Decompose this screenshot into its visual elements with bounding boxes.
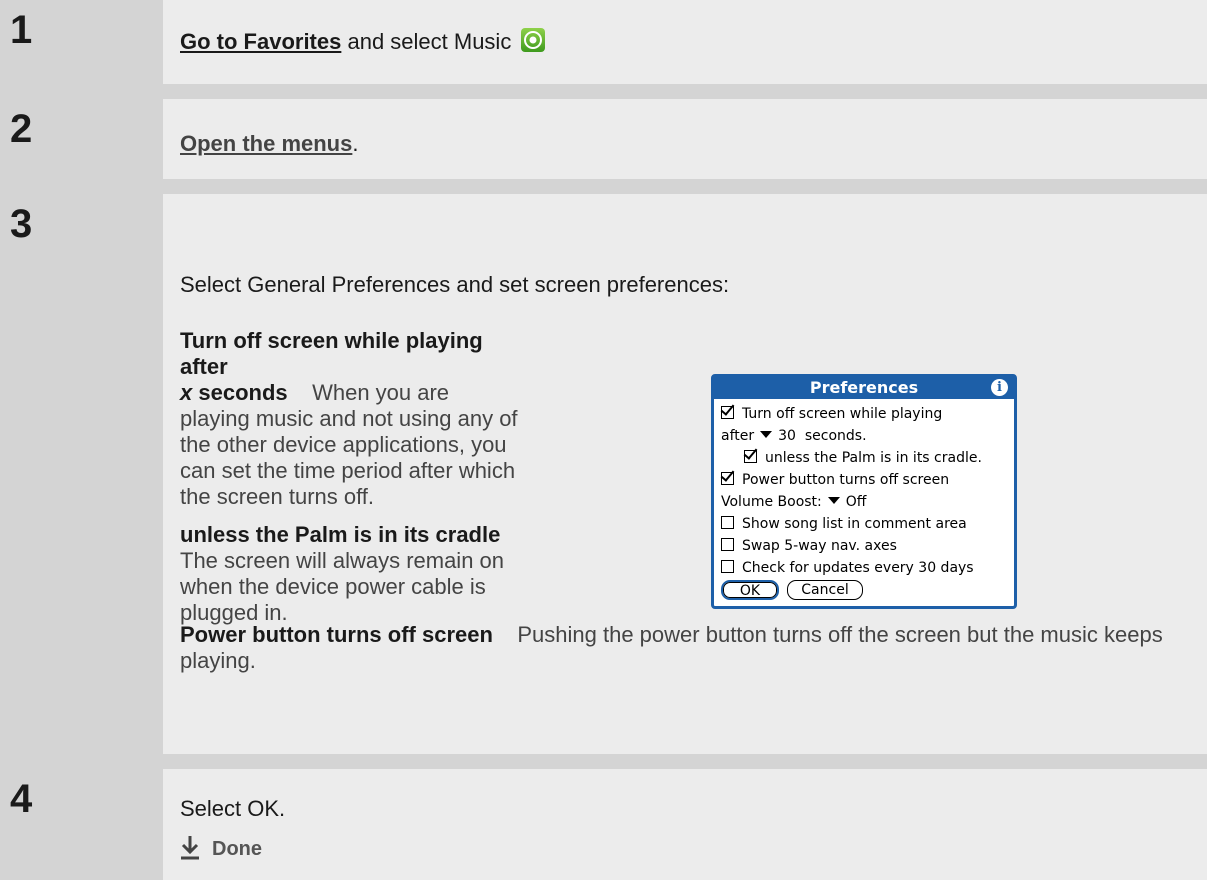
dropdown-triangle-icon[interactable] xyxy=(827,497,840,504)
step-number: 1 xyxy=(10,8,33,52)
power-button-option[interactable]: Power button turns off screen xyxy=(721,472,949,488)
turn-off-screen-option[interactable]: Turn off screen while playing xyxy=(721,406,942,422)
after-value[interactable]: 30 xyxy=(778,428,796,444)
volume-boost-row: Volume Boost: Off xyxy=(721,494,866,510)
step-2-text: Open the menus. xyxy=(180,131,358,157)
music-icon xyxy=(521,28,546,52)
step-content: Select General Preferences and set scree… xyxy=(163,194,1207,754)
open-the-menus-link[interactable]: Open the menus xyxy=(180,131,352,156)
after-unit: seconds. xyxy=(804,428,867,444)
option-label: Show song list in comment area xyxy=(742,516,967,532)
dialog-title-bar: Preferences i xyxy=(714,377,1014,399)
show-song-list-option[interactable]: Show song list in comment area xyxy=(721,516,967,532)
after-seconds-row: after 30 seconds. xyxy=(721,428,867,444)
step-1-text-tail: and select Music xyxy=(341,29,512,54)
check-updates-option[interactable]: Check for updates every 30 days xyxy=(721,560,974,576)
term-unless-cradle: unless the Palm is in its cradle xyxy=(180,522,501,547)
term-variable-x: x xyxy=(180,380,193,405)
option-label: Swap 5-way nav. axes xyxy=(742,538,897,554)
step-3-intro: Select General Preferences and set scree… xyxy=(180,272,730,297)
checkbox-checked-icon[interactable] xyxy=(721,472,734,485)
term-turn-off-screen: Turn off screen while playing after xyxy=(180,328,483,379)
term-power-button: Power button turns off screen xyxy=(180,622,493,647)
step-separator xyxy=(0,84,1207,99)
go-to-favorites-link[interactable]: Go to Favorites xyxy=(180,29,341,54)
step-3: 3 Select General Preferences and set scr… xyxy=(0,194,1207,754)
step-number-column: 4 xyxy=(0,769,163,880)
preferences-dialog: Preferences i Turn off screen while play… xyxy=(711,374,1017,609)
step-separator xyxy=(0,754,1207,769)
unless-cradle-description: unless the Palm is in its cradle The scr… xyxy=(180,522,530,626)
step-2: 2 Open the menus. xyxy=(0,99,1207,179)
volume-value[interactable]: Off xyxy=(846,494,867,510)
done-label: Done xyxy=(212,838,262,860)
power-button-description: Power button turns off screen Pushing th… xyxy=(180,622,1190,674)
description-text: The screen will always remain on when th… xyxy=(180,548,505,625)
dialog-title: Preferences xyxy=(809,378,919,397)
after-label: after xyxy=(721,428,755,444)
step-content: Go to Favorites and select Music xyxy=(163,0,1207,84)
unless-cradle-option[interactable]: unless the Palm is in its cradle. xyxy=(744,450,982,466)
step-number-column: 2 xyxy=(0,99,163,179)
arrow-down-icon xyxy=(181,836,199,860)
step-1-text: Go to Favorites and select Music xyxy=(180,28,546,55)
step-number: 3 xyxy=(10,202,33,246)
checkbox-checked-icon[interactable] xyxy=(721,406,734,419)
step-4-text: Select OK. xyxy=(180,796,286,821)
step-separator xyxy=(0,179,1207,194)
step-content: Select OK. Done xyxy=(163,769,1207,880)
step-number: 4 xyxy=(10,777,33,821)
step-number-column: 3 xyxy=(0,194,163,754)
checkbox-empty-icon[interactable] xyxy=(721,560,734,573)
ok-button[interactable]: OK xyxy=(721,580,779,600)
done-marker: Done xyxy=(180,834,262,861)
option-label: Power button turns off screen xyxy=(742,472,950,488)
step-number: 2 xyxy=(10,107,33,151)
step-number-column: 1 xyxy=(0,0,163,84)
volume-label: Volume Boost: xyxy=(721,494,822,510)
option-label: Turn off screen while playing xyxy=(742,406,943,422)
dropdown-triangle-icon[interactable] xyxy=(760,431,773,438)
step-2-text-tail: . xyxy=(352,131,359,156)
turn-off-screen-description: Turn off screen while playing after x se… xyxy=(180,328,520,510)
option-label: Check for updates every 30 days xyxy=(742,560,974,576)
cancel-button[interactable]: Cancel xyxy=(787,580,863,600)
step-4: 4 Select OK. Done xyxy=(0,769,1207,880)
term-seconds: seconds xyxy=(192,380,288,405)
checkbox-empty-icon[interactable] xyxy=(721,516,734,529)
step-1: 1 Go to Favorites and select Music xyxy=(0,0,1207,84)
info-icon[interactable]: i xyxy=(991,379,1008,396)
option-label: unless the Palm is in its cradle. xyxy=(765,450,982,466)
swap-nav-axes-option[interactable]: Swap 5-way nav. axes xyxy=(721,538,897,554)
checkbox-empty-icon[interactable] xyxy=(721,538,734,551)
checkbox-checked-icon[interactable] xyxy=(744,450,757,463)
step-content: Open the menus. xyxy=(163,99,1207,179)
